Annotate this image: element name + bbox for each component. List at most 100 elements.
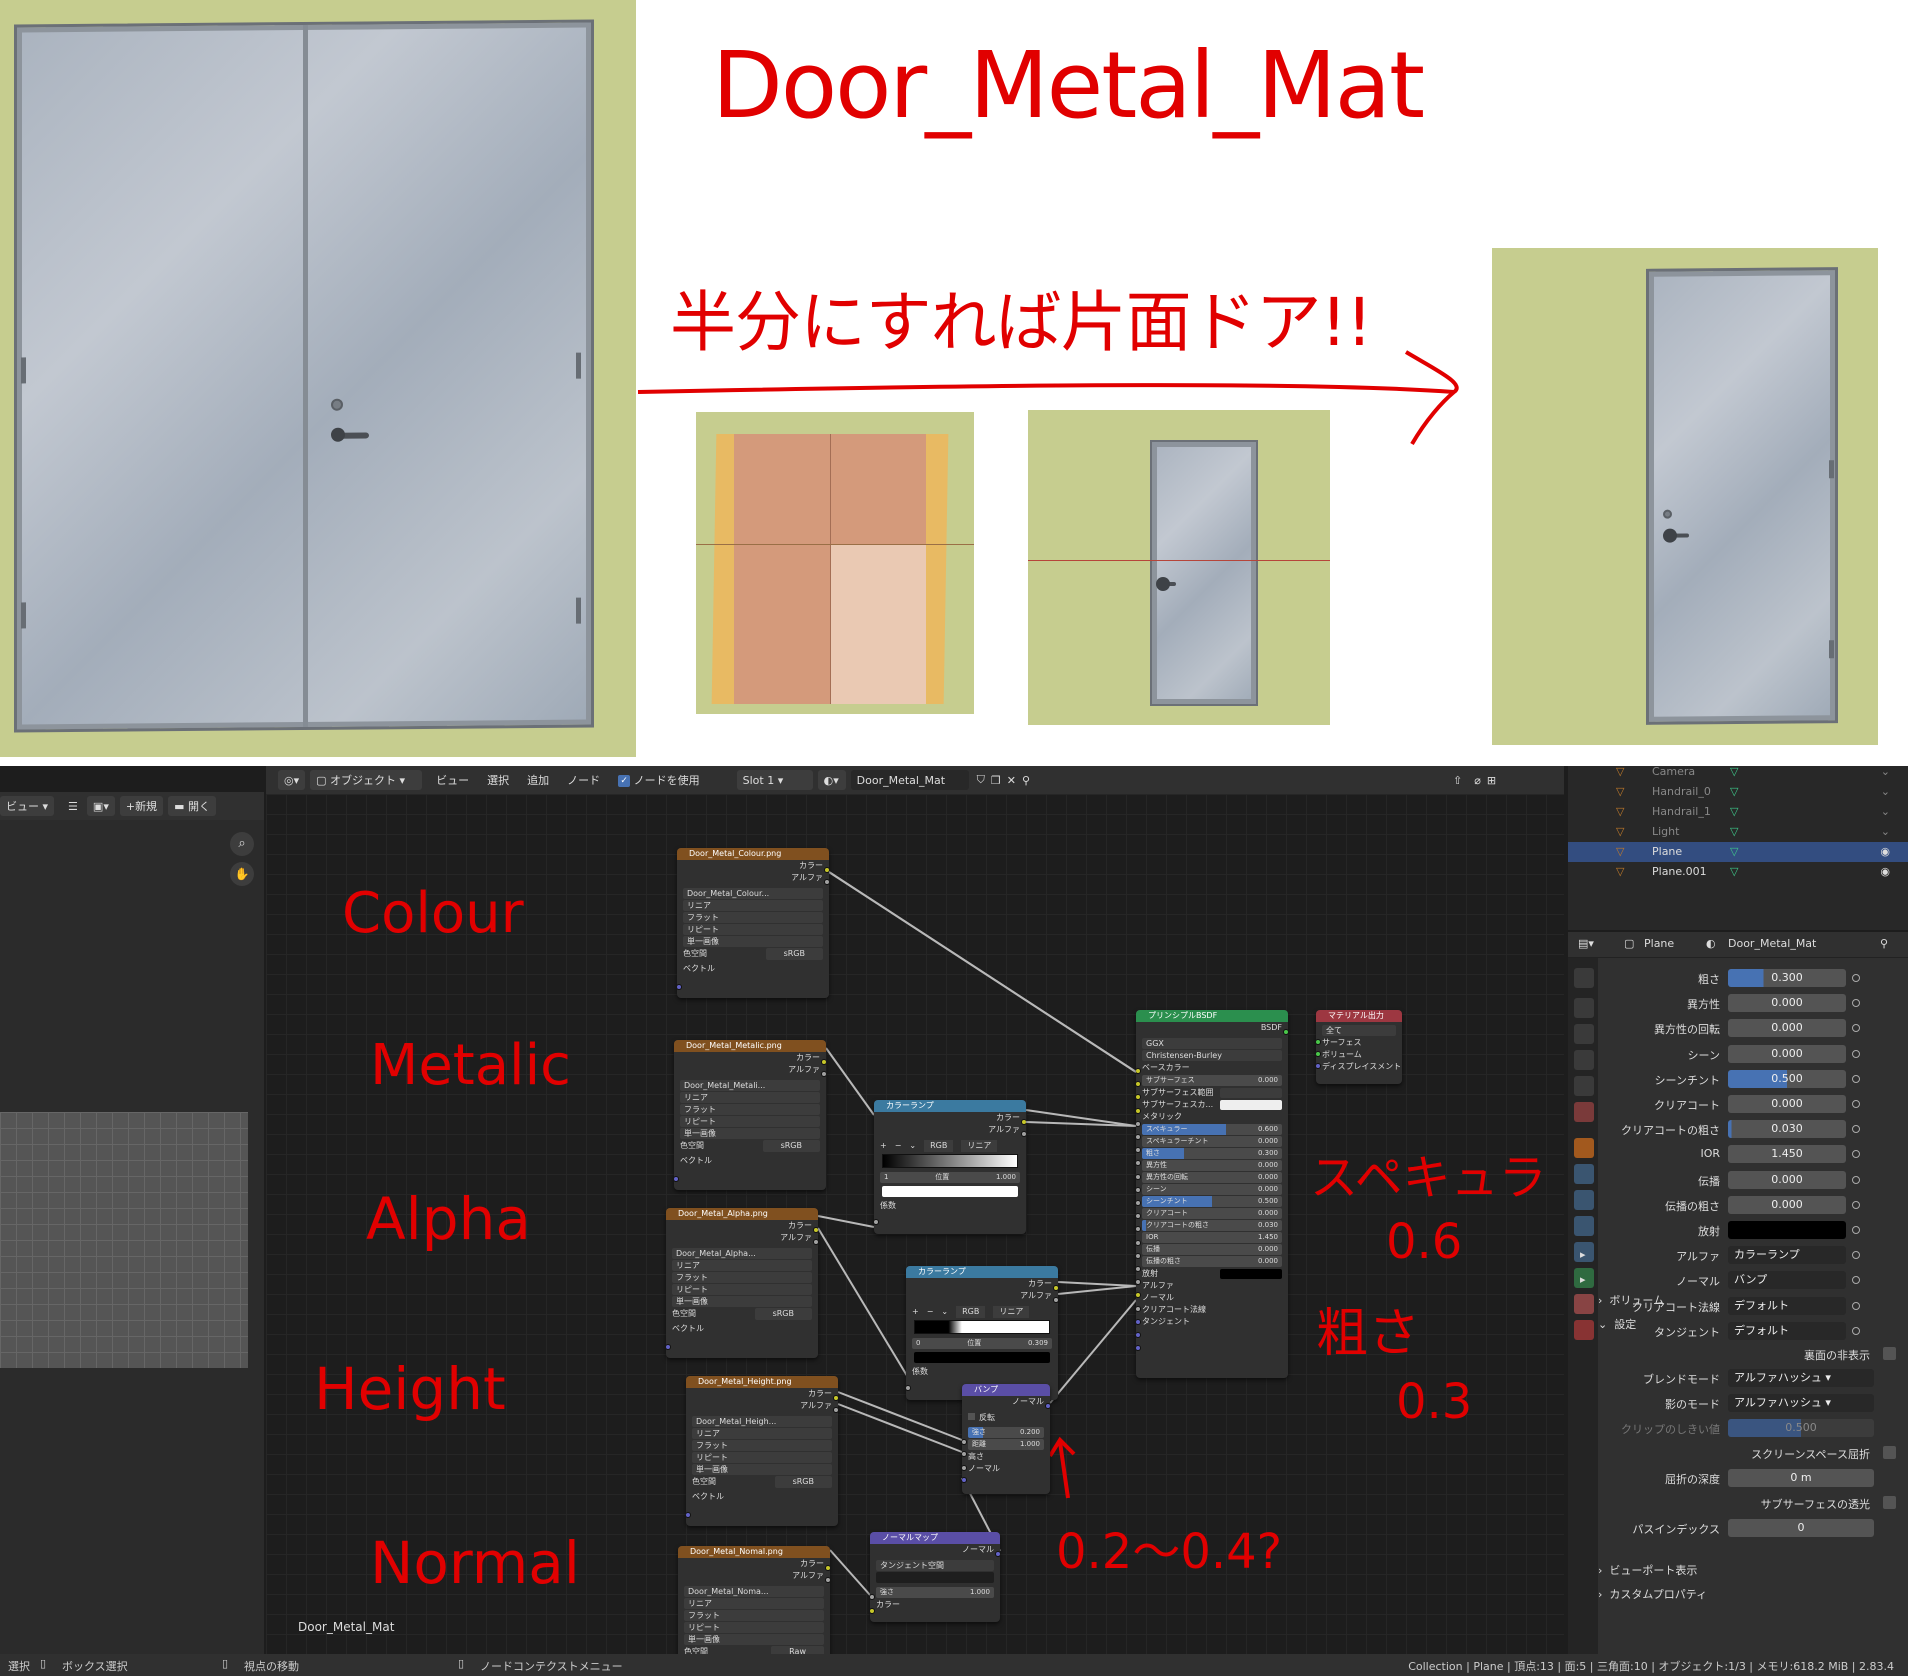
outliner-row[interactable]: ▽ Plane.001 ▽ ◉ [1568,862,1908,882]
pin-icon[interactable]: ⚲ [1022,774,1030,787]
expand-icon[interactable]: ▸ [1580,1273,1586,1286]
image-texture-node[interactable]: Door_Metal_Height.png カラー アルファ Door_Metal_H… [686,1376,838,1526]
option-select[interactable]: リピート [692,1452,832,1463]
world-tab[interactable] [1574,1102,1594,1122]
image-select[interactable]: Door_Metal_Metali... [680,1080,820,1091]
option-select[interactable]: 単一画像 [672,1296,812,1307]
ramp-interp[interactable]: リニア [993,1306,1030,1318]
image-select[interactable]: Door_Metal_Heigh... [692,1416,832,1427]
texture-tab[interactable] [1574,1320,1594,1340]
uv-map-field[interactable] [876,1572,994,1583]
custom-props-section[interactable]: › カスタムプロパティ [1598,1586,1707,1602]
option-select[interactable]: 単一画像 [683,936,823,947]
colorspace-select[interactable]: sRGB [762,1140,820,1152]
refraction-depth-field[interactable]: 0 m [1728,1469,1874,1487]
bsdf-input-field[interactable]: 伝播の粗さ 0.000 [1142,1256,1282,1267]
bsdf-input-field[interactable]: 異方性の回転 0.000 [1142,1172,1282,1183]
material-output-node[interactable]: マテリアル出力 全て サーフェス ボリューム ディスプレイスメント [1316,1010,1402,1084]
sss-method-select[interactable]: Christensen-Burley [1142,1050,1282,1061]
settings-section[interactable]: ⌄ 設定 [1598,1316,1636,1332]
keyframe-dot-icon[interactable] [1852,1125,1860,1134]
ramp-color-swatch[interactable] [914,1352,1050,1363]
bsdf-input-field[interactable]: スペキュラー 0.600 [1142,1124,1282,1135]
color-ramp-node-2[interactable]: カラーランプ カラー アルファ + − ⌄ RGB リニア 0 位置 0.309 係数 [906,1266,1058,1400]
hand-icon[interactable]: ✋ [230,862,254,886]
property-field[interactable]: 0.000 [1728,994,1846,1013]
image-select[interactable]: Door_Metal_Noma... [684,1586,824,1597]
color-ramp-node-1[interactable]: カラーランプ カラー アルファ + − ⌄ RGB リニア 1 位置 1.000 係数 [874,1100,1026,1234]
ramp-mode[interactable]: RGB [956,1306,986,1318]
property-link-field[interactable]: デフォルト [1728,1321,1846,1340]
option-select[interactable]: リピート [683,924,823,935]
property-link-field[interactable]: バンプ [1728,1271,1846,1290]
shadow-mode-select[interactable]: アルファハッシュ ▾ [1728,1394,1874,1412]
socket[interactable] [874,1219,879,1225]
distribution-select[interactable]: GGX [1142,1038,1282,1049]
outliner-row[interactable]: ▽ Handrail_0 ▽ ⌄ [1568,782,1908,802]
option-select[interactable]: リニア [680,1092,820,1103]
option-select[interactable]: 単一画像 [692,1464,832,1475]
keyframe-dot-icon[interactable] [1852,1074,1860,1083]
property-field[interactable]: 1.450 [1728,1145,1846,1164]
physics-tab[interactable] [1574,1216,1594,1236]
material-name-field[interactable]: Door_Metal_Mat [850,770,969,790]
socket[interactable] [666,1344,671,1350]
visibility-icon[interactable]: ⌄ [1881,805,1890,818]
socket[interactable] [1136,1147,1141,1154]
property-field[interactable]: 0.000 [1728,1170,1846,1189]
emission-color[interactable] [1728,1221,1846,1239]
colorspace-select[interactable]: sRGB [774,1476,832,1488]
property-field[interactable]: 0.500 [1728,1069,1846,1088]
property-link-field[interactable]: カラーランプ [1728,1246,1846,1265]
socket[interactable] [1136,1226,1141,1233]
socket[interactable] [1136,1239,1141,1246]
image-texture-node[interactable]: Door_Metal_Metalic.png カラー アルファ Door_Metal_… [674,1040,826,1190]
socket[interactable] [813,1227,818,1233]
option-select[interactable]: 単一画像 [680,1128,820,1139]
image-select[interactable]: Door_Metal_Alpha... [672,1248,812,1259]
socket[interactable] [1136,1252,1141,1259]
bsdf-input-field[interactable]: クリアコートの粗さ 0.030 [1142,1220,1282,1231]
socket[interactable] [677,984,682,990]
option-select[interactable]: フラット [692,1440,832,1451]
particles-tab[interactable] [1574,1190,1594,1210]
ramp-mode[interactable]: RGB [924,1140,954,1152]
normal-map-node[interactable]: ノーマルマップ ノーマル タンジェント空間 強さ 1.000 カラー [870,1532,1000,1622]
colorspace-select[interactable]: sRGB [765,948,823,960]
ssr-checkbox[interactable] [1883,1446,1896,1459]
property-field[interactable]: 0.300 [1728,969,1846,987]
option-select[interactable]: リピート [684,1622,824,1633]
bsdf-input-row[interactable]: 放射 [1136,1268,1288,1280]
socket[interactable] [824,867,829,873]
backface-checkbox[interactable] [1883,1347,1896,1360]
option-select[interactable]: フラット [672,1272,812,1283]
view-menu-button[interactable]: ビュー ▾ [0,796,55,816]
keyframe-dot-icon[interactable] [1852,1251,1860,1260]
image-texture-node[interactable]: Door_Metal_Alpha.png カラー アルファ Door_Metal_Al… [666,1208,818,1358]
socket[interactable] [995,1551,1000,1557]
keyframe-dot-icon[interactable] [1852,974,1860,982]
option-select[interactable]: フラット [680,1104,820,1115]
render-tab[interactable] [1574,998,1594,1018]
bsdf-input-field[interactable]: クリアコート 0.000 [1142,1208,1282,1219]
visibility-icon[interactable]: ⌄ [1881,785,1890,798]
emission-swatch[interactable] [1220,1269,1282,1279]
keyframe-dot-icon[interactable] [1852,1175,1860,1184]
menu-add[interactable]: 追加 [527,772,549,788]
colorspace-select[interactable]: sRGB [754,1308,812,1320]
socket[interactable] [1053,1297,1058,1303]
principled-bsdf-node[interactable]: プリンシプルBSDF BSDF GGX Christensen-Burley ベースカラ… [1136,1010,1288,1378]
socket[interactable] [1136,1345,1141,1352]
hamburger-icon[interactable]: ☰ [68,800,78,813]
socket[interactable] [962,1439,967,1445]
socket[interactable] [1136,1332,1141,1338]
pin-icon[interactable]: ⚲ [1880,937,1888,950]
option-select[interactable]: リニア [692,1428,832,1439]
menu-node[interactable]: ノード [567,772,600,788]
menu-view[interactable]: ビュー [436,772,469,788]
property-field[interactable]: 0.000 [1728,1044,1846,1063]
snap-icon[interactable]: ⌀ [1474,774,1481,787]
invert-checkbox[interactable] [968,1413,975,1420]
bsdf-input-field[interactable]: シーンチント 0.500 [1142,1196,1282,1207]
visibility-icon[interactable]: ◉ [1880,865,1890,878]
